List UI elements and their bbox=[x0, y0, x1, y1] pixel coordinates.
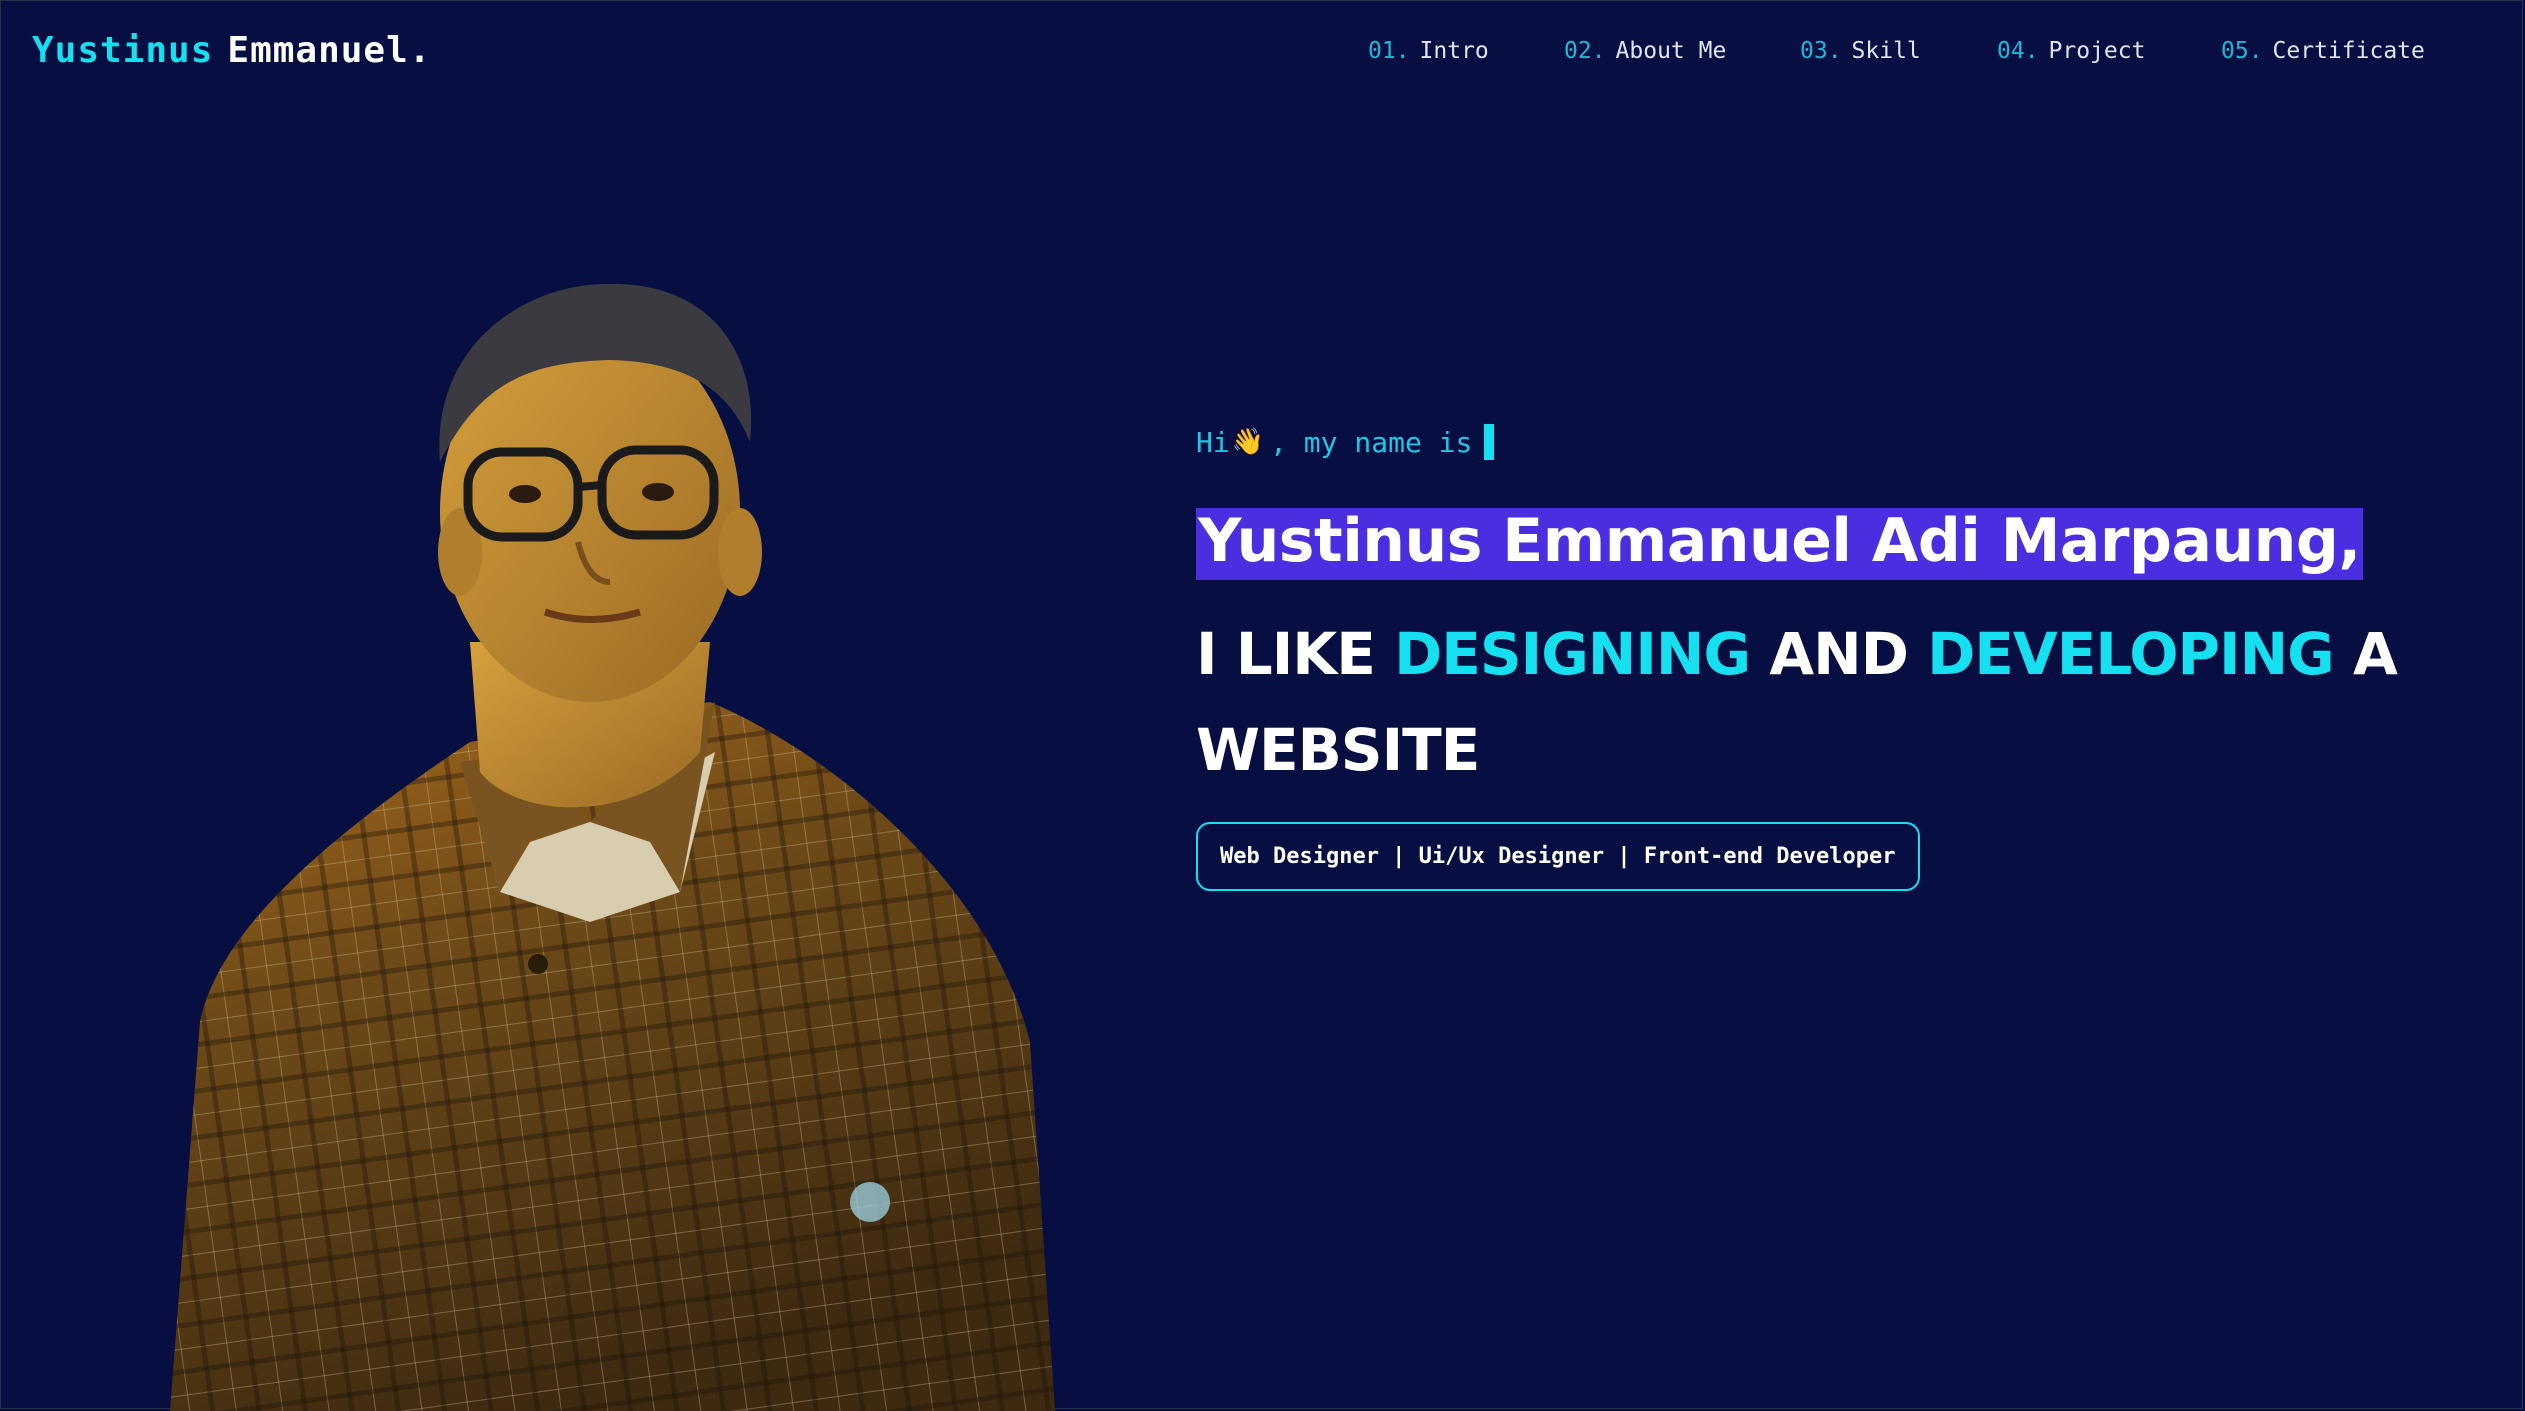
nav-label: Project bbox=[2048, 38, 2146, 64]
hero-section: Hi 👋, my name is Yustinus Emmanuel Adi Ma… bbox=[1196, 420, 2456, 891]
nav-link-about-me[interactable]: 02. About Me bbox=[1564, 38, 1726, 64]
nav-link-project[interactable]: 04. Project bbox=[1997, 38, 2145, 64]
roles-badge: Web Designer | Ui/Ux Designer | Front-en… bbox=[1196, 822, 1920, 891]
nav-link-certificate[interactable]: 05. Certificate bbox=[2221, 38, 2425, 64]
greeting-hi: Hi bbox=[1196, 425, 1230, 459]
nav-label: Skill bbox=[1851, 38, 1921, 64]
tagline: I LIKE DESIGNING AND DEVELOPING A WEBSIT… bbox=[1196, 606, 2426, 798]
nav-label: Intro bbox=[1419, 38, 1489, 64]
nav-number: 04. bbox=[1997, 38, 2039, 64]
nav-number: 02. bbox=[1564, 38, 1606, 64]
tagline-part: I LIKE bbox=[1196, 620, 1376, 688]
profile-photo bbox=[170, 283, 1055, 1411]
tagline-part: AND bbox=[1769, 620, 1909, 688]
nav-label: About Me bbox=[1615, 38, 1727, 64]
nav-number: 01. bbox=[1368, 38, 1410, 64]
nav-link-skill[interactable]: 03. Skill bbox=[1800, 38, 1921, 64]
full-name: Yustinus Emmanuel Adi Marpaung, bbox=[1196, 508, 2363, 580]
tagline-accent: DESIGNING bbox=[1394, 620, 1751, 688]
greeting-text: , my name is bbox=[1270, 425, 1473, 459]
main-nav: 01. Intro 02. About Me 03. Skill 04. Project… bbox=[0, 38, 2525, 78]
nav-number: 03. bbox=[1800, 38, 1842, 64]
greeting: Hi 👋, my name is bbox=[1196, 420, 2456, 464]
nav-link-intro[interactable]: 01. Intro bbox=[1368, 38, 1489, 64]
waving-hand-icon: 👋 bbox=[1231, 427, 1265, 457]
tagline-accent: DEVELOPING bbox=[1927, 620, 2335, 688]
nav-number: 05. bbox=[2221, 38, 2263, 64]
nav-label: Certificate bbox=[2272, 38, 2425, 64]
text-cursor bbox=[1484, 424, 1495, 460]
